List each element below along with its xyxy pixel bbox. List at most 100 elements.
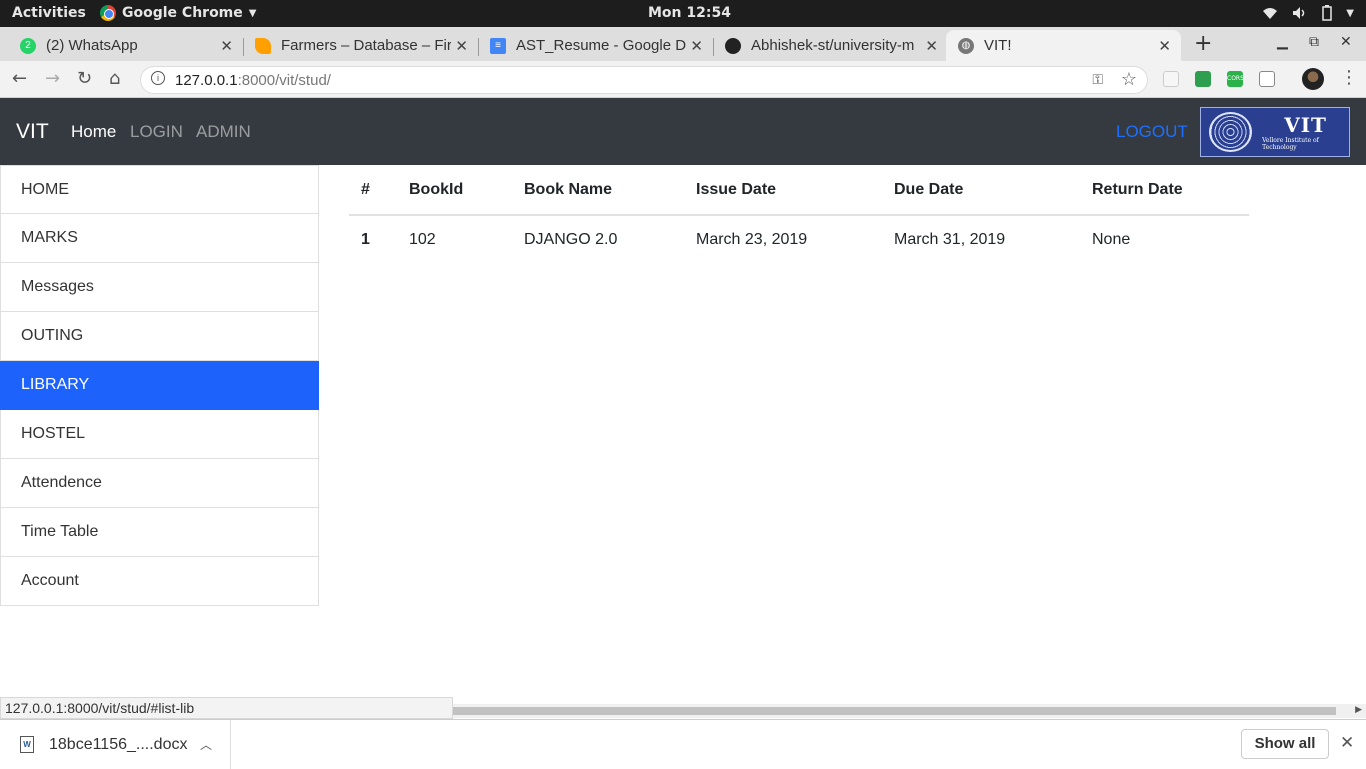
tab-whatsapp[interactable]: 2 (2) WhatsApp ✕ bbox=[0, 30, 244, 61]
close-icon[interactable]: ✕ bbox=[1340, 733, 1354, 753]
logout-link[interactable]: LOGOUT bbox=[1116, 122, 1188, 142]
reload-icon[interactable]: ↻ bbox=[77, 68, 92, 89]
sidebar-item-home[interactable]: HOME bbox=[0, 165, 319, 214]
logo-wordmark: VIT Vellore Institute of Technology bbox=[1262, 113, 1349, 151]
app-menu[interactable]: Google Chrome ▼ bbox=[100, 5, 256, 21]
sidebar-item-time-table[interactable]: Time Table bbox=[0, 508, 319, 557]
globe-icon: ◍ bbox=[958, 37, 974, 54]
brand-link[interactable]: VIT bbox=[16, 120, 49, 144]
browser-toolbar: ← → ↻ ⌂ i 127.0.0.1:8000/vit/stud/ ⚿ ☆ C… bbox=[0, 61, 1366, 98]
tab-github[interactable]: Abhishek-st/university-m ✕ bbox=[713, 30, 948, 61]
tab-vit[interactable]: ◍ VIT! ✕ bbox=[946, 30, 1181, 61]
show-all-button[interactable]: Show all bbox=[1241, 729, 1329, 759]
url-path: :8000/vit/stud/ bbox=[237, 72, 331, 89]
os-top-bar: Activities Google Chrome ▼ Mon 12:54 ▼ bbox=[0, 0, 1366, 27]
close-icon[interactable]: ✕ bbox=[1158, 37, 1171, 55]
tab-title: VIT! bbox=[984, 37, 1012, 54]
close-icon[interactable]: ✕ bbox=[925, 37, 938, 55]
sidebar-item-attendence[interactable]: Attendence bbox=[0, 459, 319, 508]
clock[interactable]: Mon 12:54 bbox=[648, 5, 731, 21]
cell-issue-date: March 23, 2019 bbox=[696, 231, 808, 248]
status-url: 127.0.0.1:8000/vit/stud/#list-lib bbox=[0, 697, 453, 719]
nav-login-link[interactable]: LOGIN bbox=[130, 122, 183, 142]
col-header-number: # bbox=[349, 165, 397, 216]
home-icon[interactable]: ⌂ bbox=[109, 68, 120, 89]
chevron-up-icon[interactable]: ︿ bbox=[200, 736, 212, 753]
vit-logo: VIT Vellore Institute of Technology bbox=[1200, 107, 1350, 157]
sidebar-item-outing[interactable]: OUTING bbox=[0, 312, 319, 361]
tab-title: (2) WhatsApp bbox=[46, 37, 138, 54]
close-icon[interactable]: ✕ bbox=[690, 37, 703, 55]
col-header-return-date: Return Date bbox=[1080, 165, 1249, 216]
site-navbar: VIT Home LOGIN ADMIN LOGOUT VIT Vellore … bbox=[0, 98, 1366, 165]
site-info-icon[interactable]: i bbox=[151, 71, 165, 85]
tab-title: Abhishek-st/university-m bbox=[751, 37, 915, 54]
cell-return-date: None bbox=[1092, 231, 1131, 248]
back-arrow-icon[interactable]: ← bbox=[12, 68, 27, 89]
app-name: Google Chrome bbox=[122, 5, 243, 21]
document-extension-icon[interactable] bbox=[1259, 71, 1275, 87]
tab-strip: 2 (2) WhatsApp ✕ Farmers – Database – Fi… bbox=[0, 27, 1366, 61]
tab-title: AST_Resume - Google Do bbox=[516, 37, 686, 54]
address-bar[interactable]: i 127.0.0.1:8000/vit/stud/ ⚿ ☆ bbox=[140, 66, 1148, 94]
cell-bookid: 102 bbox=[409, 231, 436, 248]
battery-icon bbox=[1322, 5, 1333, 21]
tab-google-docs[interactable]: ≡ AST_Resume - Google Do ✕ bbox=[478, 30, 714, 61]
col-header-bookid: BookId bbox=[397, 165, 512, 216]
scrollbar-thumb[interactable] bbox=[453, 707, 1336, 715]
volume-icon bbox=[1293, 7, 1305, 19]
library-table: # BookId Book Name Issue Date Due Date R… bbox=[349, 165, 1249, 264]
vit-seal-icon bbox=[1209, 112, 1253, 152]
cell-book-name: DJANGO 2.0 bbox=[524, 231, 618, 248]
download-file-name: 18bce1156_....docx bbox=[49, 736, 188, 753]
close-icon[interactable]: ✕ bbox=[455, 37, 468, 55]
activities-button[interactable]: Activities bbox=[12, 5, 86, 21]
tab-title: Farmers – Database – Fire bbox=[281, 37, 451, 54]
wifi-icon bbox=[1263, 8, 1278, 19]
scroll-right-icon[interactable]: ▶ bbox=[1355, 705, 1362, 715]
restore-icon[interactable]: ⧉ bbox=[1309, 34, 1319, 50]
download-item[interactable]: W 18bce1156_....docx ︿ bbox=[0, 720, 231, 769]
table-row: 1 102 DJANGO 2.0 March 23, 2019 March 31… bbox=[349, 215, 1249, 264]
sidebar-item-hostel[interactable]: HOSTEL bbox=[0, 410, 319, 459]
profile-avatar[interactable] bbox=[1302, 68, 1324, 90]
whatsapp-icon: 2 bbox=[20, 37, 36, 54]
github-icon bbox=[725, 37, 741, 54]
minimize-icon[interactable]: ▁ bbox=[1277, 34, 1288, 50]
evernote-extension-icon[interactable] bbox=[1195, 71, 1211, 87]
more-menu-icon[interactable]: ⋮ bbox=[1340, 67, 1358, 88]
table-header-row: # BookId Book Name Issue Date Due Date R… bbox=[349, 165, 1249, 216]
window-close-icon[interactable]: ✕ bbox=[1340, 34, 1352, 50]
close-icon[interactable]: ✕ bbox=[220, 37, 233, 55]
sidebar-item-messages[interactable]: Messages bbox=[0, 263, 319, 312]
sidebar-list: HOME MARKS Messages OUTING LIBRARY HOSTE… bbox=[0, 165, 319, 606]
col-header-book-name: Book Name bbox=[512, 165, 684, 216]
sidebar-item-account[interactable]: Account bbox=[0, 557, 319, 606]
nav-admin-link[interactable]: ADMIN bbox=[196, 122, 251, 142]
key-icon[interactable]: ⚿ bbox=[1092, 71, 1103, 88]
download-bar: W 18bce1156_....docx ︿ Show all ✕ bbox=[0, 719, 1366, 769]
url-text[interactable]: 127.0.0.1:8000/vit/stud/ bbox=[175, 72, 331, 89]
extension-icon[interactable] bbox=[1163, 71, 1179, 87]
star-icon[interactable]: ☆ bbox=[1121, 69, 1137, 90]
new-tab-button[interactable]: + bbox=[1194, 31, 1212, 56]
col-header-issue-date: Issue Date bbox=[684, 165, 882, 216]
tab-firebase[interactable]: Farmers – Database – Fire ✕ bbox=[243, 30, 479, 61]
chrome-icon bbox=[100, 5, 116, 21]
firebase-icon bbox=[255, 37, 271, 54]
sidebar-item-marks[interactable]: MARKS bbox=[0, 214, 319, 263]
nav-home-link[interactable]: Home bbox=[71, 122, 116, 142]
logo-subtitle: Vellore Institute of Technology bbox=[1262, 137, 1319, 151]
url-host: 127.0.0.1 bbox=[175, 72, 238, 89]
col-header-due-date: Due Date bbox=[882, 165, 1080, 216]
cors-extension-icon[interactable]: CORS bbox=[1227, 71, 1244, 87]
logo-title: VIT bbox=[1284, 113, 1327, 137]
system-tray[interactable]: ▼ bbox=[1262, 5, 1354, 21]
sidebar-item-library[interactable]: LIBRARY bbox=[0, 361, 319, 410]
power-menu-icon: ▼ bbox=[1346, 7, 1354, 19]
horizontal-scrollbar[interactable]: ▶ bbox=[453, 704, 1366, 718]
chevron-down-icon: ▼ bbox=[248, 7, 257, 19]
cell-number: 1 bbox=[361, 231, 370, 248]
forward-arrow-icon[interactable]: → bbox=[45, 68, 60, 89]
google-docs-icon: ≡ bbox=[490, 37, 506, 54]
